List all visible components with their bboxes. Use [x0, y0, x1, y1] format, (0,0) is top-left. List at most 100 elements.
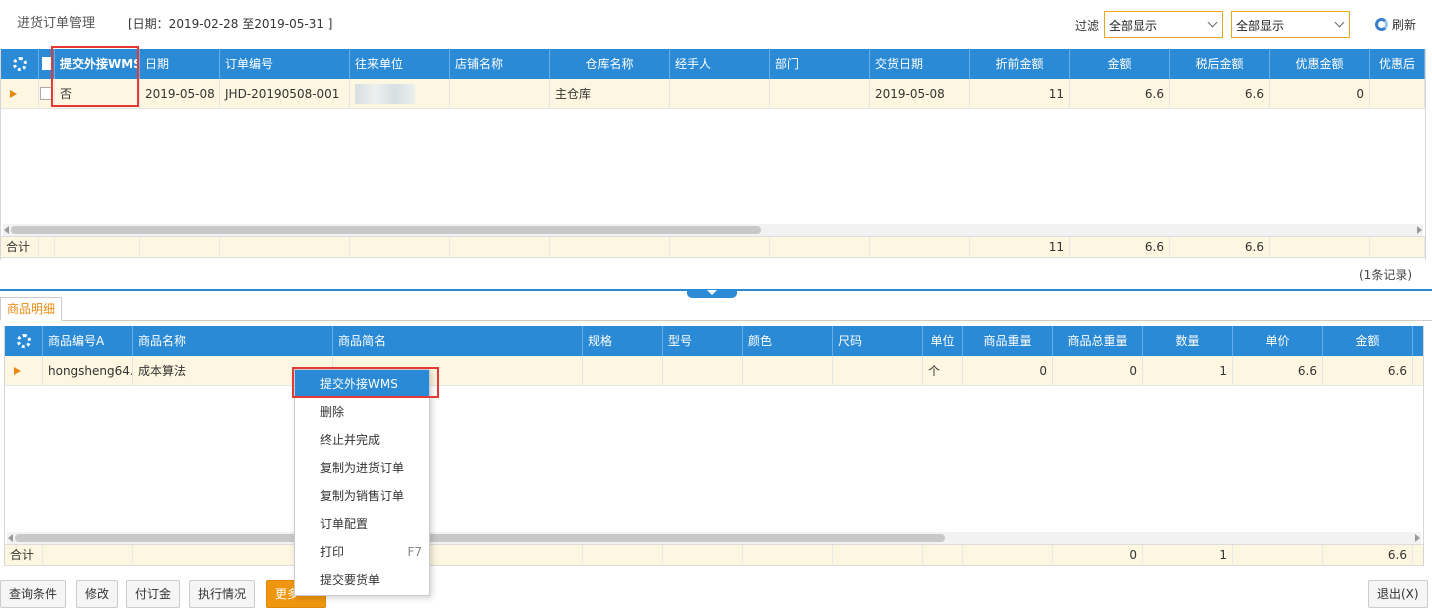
- col-wms[interactable]: 提交外接WMS: [55, 49, 140, 79]
- tab-product-detail[interactable]: 商品明细: [0, 297, 63, 321]
- scroll-thumb[interactable]: [11, 226, 761, 234]
- table-row[interactable]: hongsheng64... 成本算法 个 0 0 1 6.6 6.6: [5, 356, 1423, 386]
- col-price[interactable]: 单价: [1233, 326, 1323, 356]
- col-date[interactable]: 日期: [140, 49, 220, 79]
- row-indicator: [1, 79, 39, 109]
- col-after-discount[interactable]: 优惠后: [1370, 49, 1425, 79]
- col-item-code[interactable]: 商品编号A: [43, 326, 133, 356]
- cell-delivery-date: 2019-05-08: [870, 79, 970, 109]
- summary-total-weight: 0: [1053, 545, 1143, 566]
- col-model[interactable]: 型号: [663, 326, 743, 356]
- summary-qty: 1: [1143, 545, 1233, 566]
- cell-total-weight: 0: [1053, 356, 1143, 386]
- col-qty[interactable]: 数量: [1143, 326, 1233, 356]
- col-item-short[interactable]: 商品简名: [333, 326, 583, 356]
- redacted-blur: [355, 84, 415, 104]
- col-shop[interactable]: 店铺名称: [450, 49, 550, 79]
- col-item-name[interactable]: 商品名称: [133, 326, 333, 356]
- cell-shop: [450, 79, 550, 109]
- cell-after-discount: [1370, 79, 1425, 109]
- record-count: (1条记录): [1359, 268, 1412, 282]
- row-pointer-icon: [10, 90, 17, 98]
- row-checkbox[interactable]: [39, 79, 55, 109]
- menu-delete[interactable]: 删除: [295, 398, 429, 426]
- menu-print[interactable]: 打印 F7: [295, 538, 429, 566]
- cell-discount: 0: [1270, 79, 1370, 109]
- gear-icon: [12, 57, 27, 71]
- cell-warehouse: 主仓库: [550, 79, 670, 109]
- print-shortcut: F7: [407, 545, 422, 559]
- row-indicator: [5, 356, 43, 386]
- menu-order-config[interactable]: 订单配置: [295, 510, 429, 538]
- cell-weight: 0: [963, 356, 1053, 386]
- col-unit[interactable]: 单位: [923, 326, 963, 356]
- col-delivery-date[interactable]: 交货日期: [870, 49, 970, 79]
- collapse-toggle[interactable]: [687, 289, 737, 298]
- items-settings-button[interactable]: [5, 326, 43, 356]
- cell-amount: 6.6: [1070, 79, 1170, 109]
- checkbox-icon: [42, 57, 52, 70]
- cell-qty: 1: [1143, 356, 1233, 386]
- execution-status-button[interactable]: 执行情况: [189, 580, 256, 608]
- scroll-left-icon[interactable]: [4, 226, 9, 234]
- cell-handler: [670, 79, 770, 109]
- col-pre-discount[interactable]: 折前金额: [970, 49, 1070, 79]
- col-order-no[interactable]: 订单编号: [220, 49, 350, 79]
- col-dept[interactable]: 部门: [770, 49, 870, 79]
- filter-select-1[interactable]: 全部显示: [1104, 11, 1223, 38]
- cell-price: 6.6: [1233, 356, 1323, 386]
- tab-baseline: [0, 320, 1432, 321]
- filter-select-2-value: 全部显示: [1236, 19, 1285, 33]
- table-row[interactable]: 否 2019-05-08 JHD-20190508-001 主仓库 2019-0…: [1, 79, 1425, 109]
- col-size[interactable]: 尺码: [833, 326, 923, 356]
- menu-submit-wms[interactable]: 提交外接WMS: [295, 370, 429, 398]
- col-spec[interactable]: 规格: [583, 326, 663, 356]
- row-pointer-icon: [14, 367, 21, 375]
- select-all-checkbox[interactable]: [39, 49, 55, 79]
- menu-terminate-complete[interactable]: 终止并完成: [295, 426, 429, 454]
- col-discount[interactable]: 优惠金额: [1270, 49, 1370, 79]
- refresh-button[interactable]: 刷新: [1375, 16, 1416, 33]
- refresh-icon: [1375, 18, 1388, 31]
- page-title: 进货订单管理: [17, 16, 96, 31]
- scroll-right-icon[interactable]: [1415, 534, 1420, 542]
- col-partner[interactable]: 往来单位: [350, 49, 450, 79]
- scroll-right-icon[interactable]: [1417, 226, 1422, 234]
- pay-deposit-button[interactable]: 付订金: [126, 580, 181, 608]
- col-color[interactable]: 颜色: [743, 326, 833, 356]
- menu-copy-sales-order[interactable]: 复制为销售订单: [295, 482, 429, 510]
- grid-settings-button[interactable]: [1, 49, 39, 79]
- col-item-amount[interactable]: 金额: [1323, 326, 1413, 356]
- col-amount[interactable]: 金额: [1070, 49, 1170, 79]
- col-warehouse[interactable]: 仓库名称: [550, 49, 670, 79]
- chevron-down-icon: [1334, 17, 1345, 28]
- scroll-left-icon[interactable]: [8, 534, 13, 542]
- items-summary-row: 合计 0 1 6.6: [5, 544, 1423, 566]
- items-hscrollbar[interactable]: [7, 532, 1421, 544]
- cell-pre-discount: 11: [970, 79, 1070, 109]
- cell-color: [743, 356, 833, 386]
- cell-dept: [770, 79, 870, 109]
- orders-summary-row: 合计 11 6.6 6.6: [1, 236, 1425, 258]
- context-menu: 提交外接WMS 删除 终止并完成 复制为进货订单 复制为销售订单 订单配置 打印…: [294, 369, 430, 596]
- menu-submit-requisition[interactable]: 提交要货单: [295, 566, 429, 594]
- cell-item-code: hongsheng64...: [43, 356, 133, 386]
- exit-button[interactable]: 退出(X): [1368, 580, 1428, 608]
- menu-copy-purchase-order[interactable]: 复制为进货订单: [295, 454, 429, 482]
- col-after-tax[interactable]: 税后金额: [1170, 49, 1270, 79]
- summary-label: 合计: [1, 237, 39, 258]
- orders-hscrollbar[interactable]: [3, 224, 1423, 236]
- cell-wms: 否: [55, 79, 140, 109]
- scroll-thumb[interactable]: [15, 534, 945, 542]
- edit-button[interactable]: 修改: [76, 580, 119, 608]
- query-conditions-button[interactable]: 查询条件: [0, 580, 67, 608]
- col-total-weight[interactable]: 商品总重量: [1053, 326, 1143, 356]
- col-handler[interactable]: 经手人: [670, 49, 770, 79]
- cell-size: [833, 356, 923, 386]
- summary-after-tax: 6.6: [1170, 237, 1270, 258]
- filter-select-2[interactable]: 全部显示: [1231, 11, 1350, 38]
- col-weight[interactable]: 商品重量: [963, 326, 1053, 356]
- cell-unit: 个: [923, 356, 963, 386]
- refresh-label: 刷新: [1392, 18, 1417, 32]
- items-header: 商品编号A 商品名称 商品简名 规格 型号 颜色 尺码 单位 商品重量 商品总重…: [5, 326, 1423, 356]
